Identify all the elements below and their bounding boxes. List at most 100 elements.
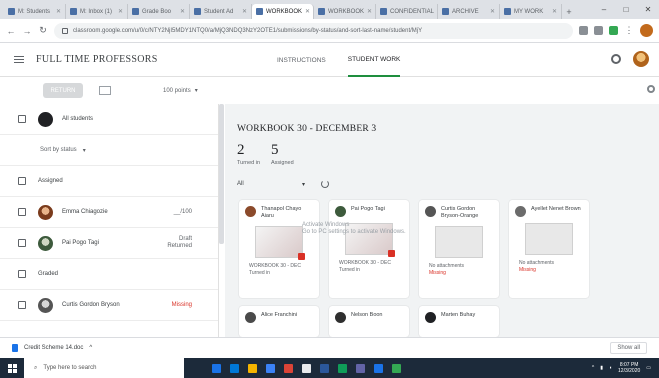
attachment-thumbnail[interactable] (255, 226, 305, 260)
task-view-icon[interactable] (212, 363, 221, 373)
student-checkbox[interactable] (18, 239, 26, 247)
student-avatar (38, 297, 53, 313)
download-options-icon[interactable]: ^ (89, 345, 92, 351)
word-icon[interactable] (320, 363, 329, 373)
extension-icon[interactable] (609, 26, 618, 35)
app-icon[interactable] (356, 363, 365, 373)
app-icon[interactable] (284, 363, 293, 373)
app-icon[interactable] (392, 363, 401, 373)
points-dropdown[interactable]: 100 points ▾ (163, 87, 198, 95)
file-explorer-icon[interactable] (248, 363, 257, 373)
student-checkbox[interactable] (18, 301, 26, 309)
gear-icon[interactable] (611, 54, 621, 64)
group-checkbox[interactable] (18, 177, 26, 185)
tab-instructions[interactable]: INSTRUCTIONS (277, 43, 326, 77)
extension-icon[interactable] (579, 26, 588, 35)
refresh-icon[interactable] (321, 180, 329, 188)
student-row[interactable]: Curtis Gordon Bryson Missing (0, 290, 218, 321)
submission-card[interactable]: Ayellet Nenet Brown No attachments Missin… (509, 200, 589, 298)
hamburger-menu-icon[interactable] (14, 56, 24, 63)
tab-close-icon[interactable]: ✕ (367, 8, 372, 15)
notifications-icon[interactable]: ▭ (646, 365, 651, 371)
submission-card[interactable]: Marten Buhay (419, 306, 499, 337)
sort-dropdown[interactable]: Sort by status ▾ (0, 135, 218, 166)
student-checkbox[interactable] (18, 208, 26, 216)
forward-icon[interactable]: → (22, 26, 32, 36)
volume-icon[interactable]: ◖ (609, 365, 612, 371)
student-list: All students Sort by status ▾ Assigned E… (0, 104, 219, 337)
submission-card[interactable]: Pai Pogo Tagi WORKBOOK 30 - DEC Turned in (329, 200, 409, 298)
browser-tab[interactable]: ARCHIVE ✕ (438, 4, 500, 19)
settings-gear-icon[interactable] (647, 85, 655, 93)
turned-in-count: 2 (237, 142, 245, 158)
browser-tab[interactable]: MY WORK ✕ (500, 4, 562, 19)
return-button[interactable]: RETURN (43, 83, 83, 98)
group-checkbox[interactable] (18, 270, 26, 278)
assigned-count: 5 (271, 142, 279, 158)
browser-tab[interactable]: WORKBOOK ✕ (314, 4, 376, 19)
browser-tab[interactable]: Grade Boo ✕ (128, 4, 190, 19)
network-icon[interactable]: ▮ (600, 365, 603, 371)
student-row[interactable]: Pai Pogo Tagi Draft Returned (0, 228, 218, 259)
store-icon[interactable] (266, 363, 275, 373)
tab-close-icon[interactable]: ✕ (118, 8, 123, 15)
profile-avatar[interactable] (640, 24, 653, 37)
app-icon[interactable] (374, 363, 383, 373)
taskbar-search[interactable]: ⌕ Type here to search (24, 358, 184, 378)
minimize-button[interactable]: – (593, 0, 615, 19)
tab-close-icon[interactable]: ✕ (56, 8, 61, 15)
show-all-button[interactable]: Show all (610, 342, 647, 354)
submission-card[interactable]: Curtis Gordon Bryson-Orange No attachmen… (419, 200, 499, 298)
student-grade[interactable]: __/100 (164, 209, 218, 216)
select-all-checkbox[interactable] (18, 115, 26, 123)
submission-card[interactable]: Thanapol Chayo Aiaru WORKBOOK 30 - DEC Tu… (239, 200, 319, 298)
student-grade[interactable]: Draft Returned (164, 236, 218, 250)
extension-icon[interactable] (594, 26, 603, 35)
submission-card[interactable]: Nelson Boon (329, 306, 409, 337)
student-list-scrollbar[interactable] (219, 104, 224, 244)
submission-card[interactable]: Alice Franchini (239, 306, 319, 337)
email-icon[interactable] (99, 86, 111, 95)
tab-close-icon[interactable]: ✕ (180, 8, 185, 15)
tab-close-icon[interactable]: ✕ (305, 8, 310, 15)
tab-close-icon[interactable]: ✕ (552, 8, 557, 15)
browser-tab-active[interactable]: WORKBOOK ✕ (252, 4, 314, 19)
activate-windows-watermark: Activate Windows Go to PC settings to ac… (302, 222, 406, 236)
close-window-button[interactable]: ✕ (637, 0, 659, 19)
edge-icon[interactable] (230, 363, 239, 373)
browser-tab[interactable]: Student Ad ✕ (190, 4, 252, 19)
grade-status: Returned (167, 243, 192, 249)
new-tab-button[interactable]: + (562, 4, 576, 19)
chrome-icon[interactable] (338, 363, 347, 373)
browser-tab[interactable]: CONFIDENTIAL✕ (376, 4, 438, 19)
tab-close-icon[interactable]: ✕ (490, 8, 495, 15)
points-label: 100 points (163, 87, 191, 94)
tab-label: MY WORK (514, 8, 544, 15)
class-title[interactable]: FULL TIME PROFESSORS (36, 54, 158, 65)
clock[interactable]: 8:07 PM 12/3/2020 (618, 362, 640, 374)
start-button[interactable] (0, 358, 24, 378)
chevron-down-icon: ▾ (194, 88, 198, 94)
browser-tab[interactable]: M: Inbox (1) ✕ (66, 4, 128, 19)
account-avatar[interactable] (633, 51, 649, 67)
group-label: Graded (38, 271, 59, 277)
filter-label: All (237, 181, 244, 187)
app-icon[interactable] (302, 363, 311, 373)
filter-dropdown[interactable]: All ▾ (237, 181, 305, 191)
card-student-name: Marten Buhay (441, 312, 476, 318)
reload-icon[interactable]: ↻ (38, 25, 48, 36)
tab-student-work[interactable]: STUDENT WORK (347, 43, 401, 77)
all-students-row[interactable]: All students (0, 104, 218, 135)
more-icon[interactable]: ⋮ (624, 25, 634, 36)
tab-close-icon[interactable]: ✕ (242, 8, 247, 15)
student-grade[interactable]: Missing (164, 302, 218, 309)
student-row[interactable]: Emma Chiagozie __/100 (0, 197, 218, 228)
student-avatar (515, 206, 526, 217)
back-icon[interactable]: ← (6, 26, 16, 36)
maximize-button[interactable]: □ (615, 0, 637, 19)
url-field[interactable]: classroom.google.com/u/0/c/NTY2NjI5MDY1N… (54, 22, 573, 39)
download-file-name[interactable]: Credit Scheme 14.doc (24, 345, 83, 351)
tray-chevron-icon[interactable]: ^ (592, 365, 594, 371)
browser-tab[interactable]: M: Students ✕ (4, 4, 66, 19)
tab-label: ARCHIVE (452, 8, 479, 15)
